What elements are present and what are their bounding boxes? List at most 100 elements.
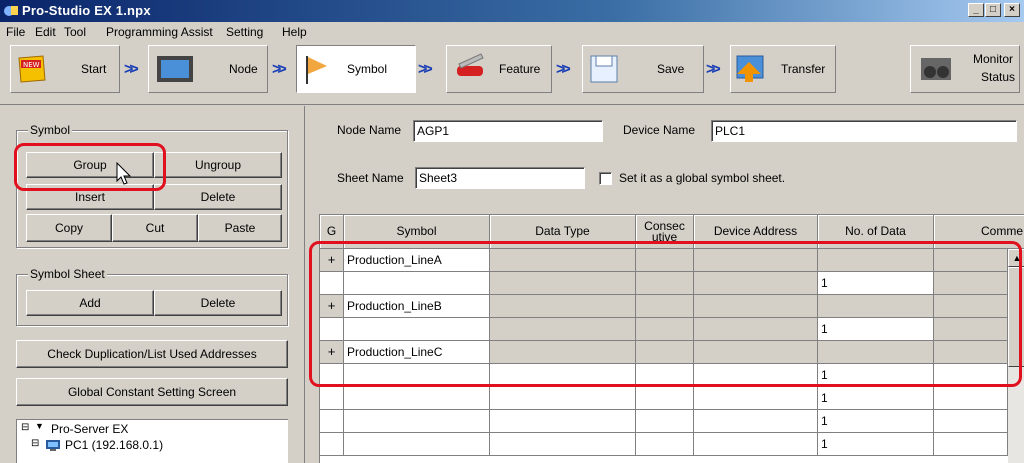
copy-button[interactable]: Copy (26, 214, 112, 242)
cell-consec[interactable] (636, 433, 694, 456)
group-toggle-cell[interactable] (320, 410, 344, 433)
cell-consec[interactable] (636, 295, 694, 318)
cell-addr[interactable] (694, 249, 818, 272)
minimize-button[interactable]: _ (968, 3, 984, 17)
add-sheet-button[interactable]: Add (26, 290, 154, 316)
cell-symbol[interactable]: Production_LineB (344, 295, 490, 318)
cell-type[interactable] (490, 433, 636, 456)
group-toggle-cell[interactable]: + (320, 249, 344, 272)
cell-consec[interactable] (636, 410, 694, 433)
cell-consec[interactable] (636, 318, 694, 341)
cell-count[interactable]: 1 (818, 433, 934, 456)
cell-type[interactable] (490, 387, 636, 410)
cell-consec[interactable] (636, 341, 694, 364)
global-sheet-checkbox[interactable] (599, 172, 612, 185)
insert-button[interactable]: Insert (26, 184, 154, 210)
cell-count[interactable] (818, 341, 934, 364)
group-button[interactable]: Group (26, 152, 154, 178)
cell-type[interactable] (490, 295, 636, 318)
cell-type[interactable] (490, 410, 636, 433)
cell-comment[interactable] (934, 341, 1008, 364)
header-device-address[interactable]: Device Address (694, 215, 818, 249)
cell-symbol[interactable] (344, 364, 490, 387)
device-name-field[interactable]: PLC1 (711, 120, 1017, 142)
header-no-of-data[interactable]: No. of Data (818, 215, 934, 249)
cell-count[interactable]: 1 (818, 318, 934, 341)
group-toggle-cell[interactable] (320, 318, 344, 341)
group-toggle-cell[interactable] (320, 387, 344, 410)
cell-comment[interactable] (934, 272, 1008, 295)
collapse-icon[interactable]: ⊟ (31, 438, 39, 449)
cell-symbol[interactable] (344, 272, 490, 295)
group-toggle-cell[interactable] (320, 272, 344, 295)
scroll-up-icon[interactable]: ▲ (1008, 249, 1024, 267)
cell-type[interactable] (490, 272, 636, 295)
cell-count[interactable]: 1 (818, 387, 934, 410)
start-button[interactable]: NEW Start (10, 45, 120, 93)
cell-type[interactable] (490, 364, 636, 387)
cell-addr[interactable] (694, 433, 818, 456)
cell-comment[interactable] (934, 318, 1008, 341)
cut-button[interactable]: Cut (112, 214, 198, 242)
group-toggle-cell[interactable] (320, 433, 344, 456)
cell-comment[interactable] (934, 410, 1008, 433)
group-toggle-cell[interactable]: + (320, 341, 344, 364)
cell-symbol[interactable]: Production_LineC (344, 341, 490, 364)
header-comment[interactable]: Comme (934, 215, 1024, 249)
cell-consec[interactable] (636, 272, 694, 295)
group-toggle-cell[interactable]: + (320, 295, 344, 318)
cell-count[interactable] (818, 295, 934, 318)
cell-count[interactable] (818, 249, 934, 272)
cell-symbol[interactable] (344, 410, 490, 433)
cell-type[interactable] (490, 249, 636, 272)
cell-addr[interactable] (694, 295, 818, 318)
menu-file[interactable]: File (6, 25, 25, 39)
collapse-icon[interactable]: ⊟ (21, 422, 29, 433)
cell-consec[interactable] (636, 364, 694, 387)
delete-sheet-button[interactable]: Delete (154, 290, 282, 316)
cell-consec[interactable] (636, 249, 694, 272)
menu-programming-assist[interactable]: Programming Assist (106, 25, 213, 39)
cell-count[interactable]: 1 (818, 272, 934, 295)
cell-consec[interactable] (636, 387, 694, 410)
check-duplication-button[interactable]: Check Duplication/List Used Addresses (16, 340, 288, 368)
cell-symbol[interactable]: Production_LineA (344, 249, 490, 272)
cell-symbol[interactable] (344, 318, 490, 341)
cell-comment[interactable] (934, 295, 1008, 318)
close-button[interactable]: × (1004, 3, 1020, 17)
cell-comment[interactable] (934, 249, 1008, 272)
cell-addr[interactable] (694, 341, 818, 364)
feature-button[interactable]: Feature (446, 45, 552, 93)
cell-comment[interactable] (934, 364, 1008, 387)
cell-addr[interactable] (694, 272, 818, 295)
header-consecutive[interactable]: Consec utive (636, 215, 694, 249)
cell-comment[interactable] (934, 433, 1008, 456)
save-button[interactable]: Save (582, 45, 704, 93)
cell-addr[interactable] (694, 387, 818, 410)
monitor-status-button[interactable]: Monitor Status (910, 45, 1020, 93)
symbol-button[interactable]: Symbol (296, 45, 416, 93)
menu-edit[interactable]: Edit (35, 25, 56, 39)
menu-setting[interactable]: Setting (226, 25, 263, 39)
cell-count[interactable]: 1 (818, 364, 934, 387)
project-tree[interactable]: ⊟ ▼ Pro-Server EX ⊟ PC1 (192.168.0.1) (16, 419, 288, 463)
group-toggle-cell[interactable] (320, 364, 344, 387)
scroll-thumb[interactable] (1008, 267, 1024, 367)
tree-item-pro-server[interactable]: Pro-Server EX (51, 422, 128, 436)
cell-type[interactable] (490, 318, 636, 341)
header-symbol[interactable]: Symbol (344, 215, 490, 249)
menu-help[interactable]: Help (282, 25, 307, 39)
paste-button[interactable]: Paste (198, 214, 282, 242)
cell-comment[interactable] (934, 387, 1008, 410)
cell-addr[interactable] (694, 364, 818, 387)
node-button[interactable]: Node (148, 45, 268, 93)
cell-type[interactable] (490, 341, 636, 364)
cell-symbol[interactable] (344, 433, 490, 456)
ungroup-button[interactable]: Ungroup (154, 152, 282, 178)
delete-button[interactable]: Delete (154, 184, 282, 210)
cell-addr[interactable] (694, 410, 818, 433)
cell-count[interactable]: 1 (818, 410, 934, 433)
cell-addr[interactable] (694, 318, 818, 341)
header-g[interactable]: G (320, 215, 344, 249)
maximize-button[interactable]: □ (985, 3, 1001, 17)
